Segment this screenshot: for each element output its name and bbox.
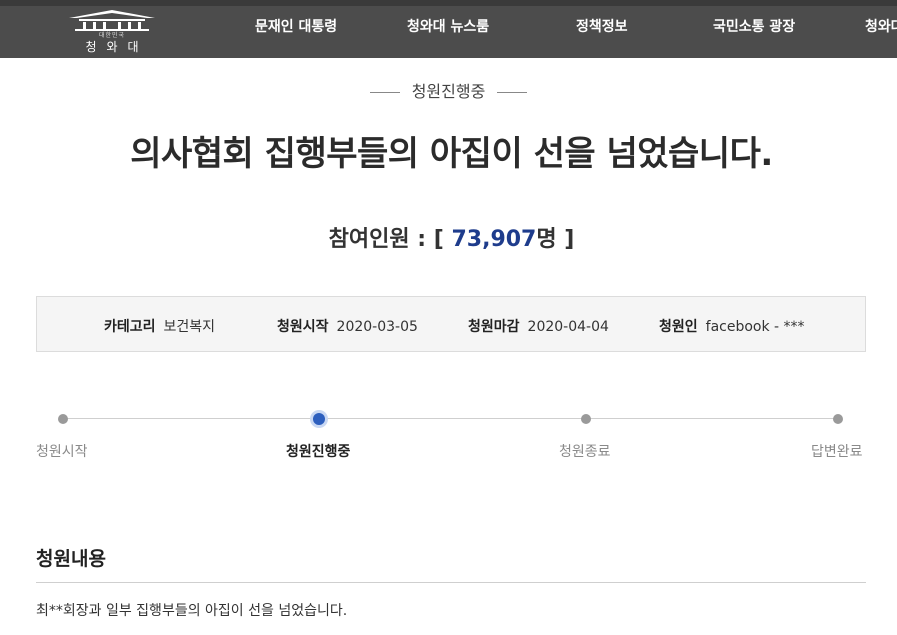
- info-key: 청원마감: [468, 319, 520, 335]
- progress-dot-answered: [833, 414, 843, 424]
- cheongwadae-logo[interactable]: 대한민국 청와대: [63, 8, 161, 58]
- content-divider: [36, 582, 866, 583]
- content-heading: 청원내용: [36, 548, 106, 570]
- nav-item-president[interactable]: 문재인 대통령: [255, 16, 337, 36]
- step-label-answered: 답변완료: [811, 444, 863, 460]
- info-key: 청원시작: [277, 319, 329, 335]
- nav-item-public-square[interactable]: 국민소통 광장: [713, 16, 795, 36]
- step-label-in-progress: 청원진행중: [286, 444, 351, 460]
- petition-title: 의사협회 집행부들의 아집이 선을 넘었습니다.: [130, 134, 773, 174]
- info-value: facebook - ***: [705, 319, 805, 335]
- info-value: 보건복지: [163, 319, 216, 335]
- logo-title: 청와대: [85, 40, 149, 54]
- status-text: 청원진행중: [411, 82, 486, 101]
- step-label-start: 청원시작: [36, 444, 88, 460]
- info-petitioner: 청원인 facebook - ***: [659, 316, 805, 336]
- participant-count: 참여인원 : [ 73,907명 ]: [0, 221, 897, 253]
- petition-content: 최**회장과 일부 집행부들의 아집이 선을 넘었습니다.: [36, 603, 348, 619]
- info-end-date: 청원마감 2020-04-04: [468, 316, 609, 336]
- count-unit: 명 ]: [536, 227, 575, 252]
- info-start-date: 청원시작 2020-03-05: [277, 316, 418, 336]
- step-label-closed: 청원종료: [559, 444, 611, 460]
- info-category: 카테고리 보건복지: [104, 316, 215, 336]
- info-key: 카테고리: [104, 319, 156, 335]
- top-navigation-bar: 대한민국 청와대 문재인 대통령 청와대 뉴스룸 정책정보 국민소통 광장 청와…: [0, 0, 897, 58]
- info-value: 2020-04-04: [527, 319, 609, 335]
- progress-dot-in-progress: [313, 413, 325, 425]
- petition-info-box: 카테고리 보건복지 청원시작 2020-03-05 청원마감 2020-04-04 청…: [36, 296, 866, 352]
- nav-item-cheongwadae[interactable]: 청와대: [865, 16, 897, 36]
- blue-house-roof-icon: [69, 10, 155, 31]
- status-dash-right: [497, 92, 528, 93]
- nav-item-newsroom[interactable]: 청와대 뉴스룸: [407, 16, 489, 36]
- count-label: 참여인원 : [: [328, 227, 444, 252]
- info-key: 청원인: [659, 319, 698, 335]
- count-value: 73,907: [451, 227, 537, 252]
- progress-dot-closed: [581, 414, 591, 424]
- info-value: 2020-03-05: [336, 319, 418, 335]
- status-dash-left: [369, 92, 400, 93]
- progress-dot-start: [58, 414, 68, 424]
- progress-track: [63, 418, 839, 419]
- nav-item-policy-info[interactable]: 정책정보: [576, 16, 628, 36]
- petition-status: 청원진행중: [0, 78, 897, 102]
